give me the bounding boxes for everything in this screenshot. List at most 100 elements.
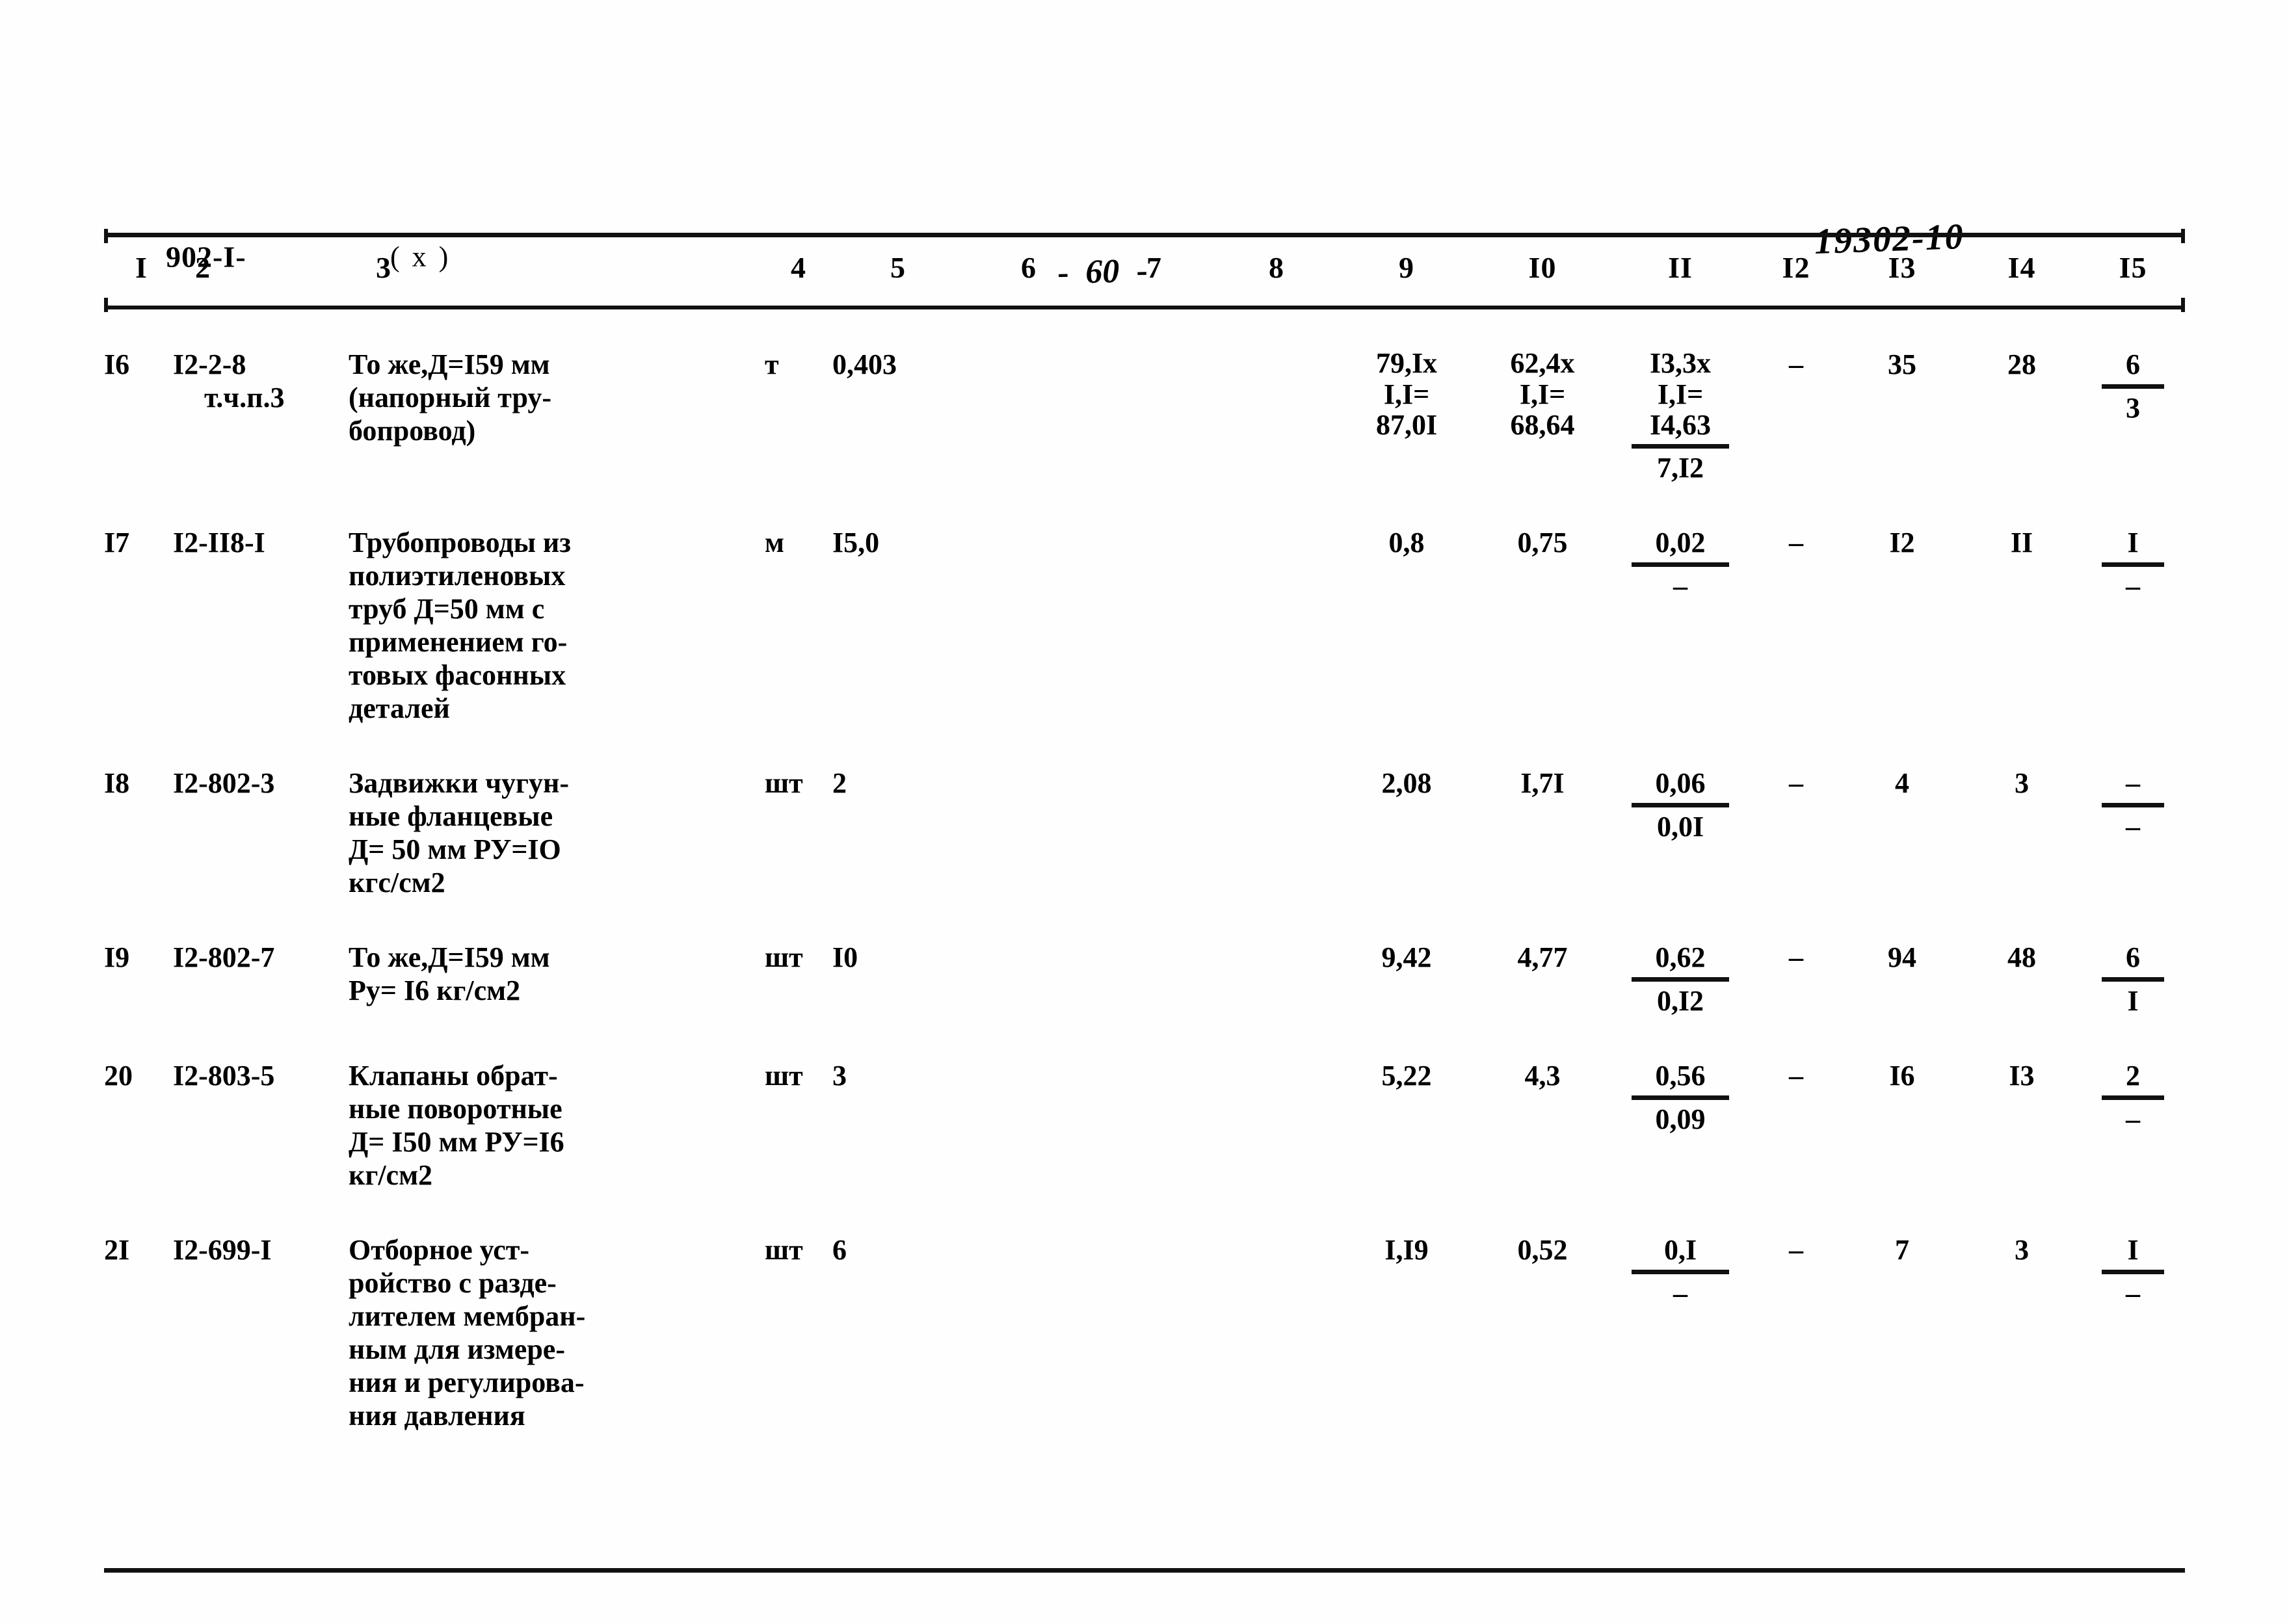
row-col9: 79,Ix I,I= 87,0I <box>1338 348 1475 484</box>
column-header-3: 3 <box>376 251 391 284</box>
fraction-denominator: – <box>2126 810 2140 843</box>
fraction-bar <box>2102 384 2164 389</box>
fraction-denominator: 3 <box>2126 392 2140 425</box>
row-col11: 0,I – <box>1610 1233 1751 1432</box>
spacer-cell <box>104 1017 2185 1059</box>
column-header-14: I4 <box>2007 251 2036 284</box>
spacer-cell <box>104 306 2185 348</box>
fraction-numerator: 6 <box>2126 941 2140 973</box>
row-number: I8 <box>104 766 130 799</box>
desc-line: ные поворотные <box>349 1092 562 1125</box>
page-header: 902-I- ( x ) -60- 19302-10 <box>0 98 2289 291</box>
table-row: I9 I2-802-7 То же,Д=I59 мм Ру= I6 кг/см2… <box>104 941 2185 1017</box>
row-col13: I6 <box>1889 1059 1915 1092</box>
row-col9: I,I9 <box>1384 1234 1429 1266</box>
row-description: То же,Д=I59 мм (напорный тру- бопровод) <box>349 348 765 484</box>
fraction-bar <box>2102 976 2164 982</box>
row-unit: шт <box>765 1059 803 1092</box>
fraction-numerator: 2 <box>2126 1059 2140 1092</box>
table-row: I6 I2-2-8 т.ч.п.3 То же,Д=I59 мм (напорн… <box>104 348 2185 484</box>
column-header-7: 7 <box>1146 251 1162 284</box>
row-col14: I3 <box>2009 1059 2035 1092</box>
row-quantity: I0 <box>832 941 858 973</box>
desc-line: Д= I50 мм РУ=I6 <box>349 1126 564 1159</box>
overtype-line: I3,3x <box>1649 347 1712 379</box>
overtype-line: 87,0I <box>1375 409 1438 441</box>
desc-line: ные фланцевые <box>349 800 553 832</box>
row-col15: 6 I <box>2081 941 2185 1017</box>
column-header-13: I3 <box>1888 251 1916 284</box>
column-header-10: I0 <box>1528 251 1557 284</box>
table-row: 2I I2-699-I Отборное уст- ройство с разд… <box>104 1233 2185 1432</box>
desc-line: Задвижки чугун- <box>349 766 570 799</box>
row-col6 <box>964 941 1094 1017</box>
row-unit: шт <box>765 941 803 973</box>
desc-line: кгс/см2 <box>349 866 445 898</box>
fraction-denominator: – <box>1673 1277 1687 1310</box>
overtyped-value-group: 79,Ix I,I= 87,0I <box>1338 348 1475 441</box>
fraction-numerator: 0,06 <box>1655 766 1706 799</box>
fraction-bar <box>1632 443 1729 449</box>
fraction-numerator: 0,I <box>1663 1234 1697 1266</box>
table-bottom-rule <box>104 1568 2185 1573</box>
desc-line: Отборное уст- <box>349 1234 530 1266</box>
table-top-rule <box>104 233 2185 237</box>
fraction-value: 2 – <box>2102 1059 2164 1136</box>
fraction-numerator: – <box>2126 766 2140 799</box>
row-col15: – – <box>2081 766 2185 899</box>
row-code: I2-2-8 т.ч.п.3 <box>173 348 349 484</box>
desc-line: ния и регулирова- <box>349 1367 585 1399</box>
table-row: 20 I2-803-5 Клапаны обрат- ные поворотны… <box>104 1059 2185 1192</box>
estimate-table: I 2 3 4 5 6 7 8 9 I0 II I2 I3 I4 I5 I6 I… <box>104 250 2185 1432</box>
fraction-numerator: 0,02 <box>1655 526 1706 558</box>
fraction-numerator: 6 <box>2126 348 2140 380</box>
row-col7 <box>1094 1233 1215 1432</box>
row-description: То же,Д=I59 мм Ру= I6 кг/см2 <box>349 941 765 1017</box>
row-col6 <box>964 766 1094 899</box>
fraction-value: 0,06 0,0I <box>1632 766 1729 843</box>
desc-line: применением го- <box>349 625 568 658</box>
row-code-line1: I2-II8-I <box>173 526 265 558</box>
desc-line: Д= 50 мм РУ=IO <box>349 833 561 865</box>
desc-line: Ру= I6 кг/см2 <box>349 974 521 1006</box>
fraction-bar <box>1632 1095 1729 1100</box>
row-unit: т <box>765 348 779 380</box>
row-col14: 3 <box>2015 766 2029 799</box>
fraction-bar <box>2102 802 2164 807</box>
fraction-denominator: – <box>2126 1277 2140 1310</box>
fraction-numerator: 0,62 <box>1655 941 1706 973</box>
desc-line: (напорный тру- <box>349 382 551 414</box>
row-col8 <box>1215 766 1338 899</box>
fraction-value: – – <box>2102 766 2164 843</box>
fraction-numerator: I <box>2127 1234 2139 1266</box>
spacer-row <box>104 725 2185 766</box>
column-header-row: I 2 3 4 5 6 7 8 9 I0 II I2 I3 I4 I5 <box>104 250 2185 306</box>
row-number: 20 <box>104 1059 133 1092</box>
desc-line: То же,Д=I59 мм <box>349 348 550 380</box>
desc-line: То же,Д=I59 мм <box>349 941 550 973</box>
column-header-12: I2 <box>1782 251 1810 284</box>
fraction-denominator: 7,I2 <box>1656 451 1704 484</box>
spacer-row <box>104 484 2185 526</box>
row-unit: шт <box>765 1234 803 1266</box>
row-col8 <box>1215 1059 1338 1192</box>
row-code: I2-802-7 <box>173 941 349 1017</box>
row-col15: 6 3 <box>2081 348 2185 484</box>
row-code: I2-699-I <box>173 1233 349 1432</box>
desc-line: товых фасонных <box>349 659 566 691</box>
column-header-9: 9 <box>1399 251 1414 284</box>
desc-line: труб Д=50 мм с <box>349 592 545 625</box>
fraction-value: 0,62 0,I2 <box>1632 941 1729 1017</box>
column-header-2: 2 <box>195 251 211 284</box>
fraction-value: I3,3x I,I= I4,63 7,I2 <box>1632 348 1729 484</box>
row-col15: I – <box>2081 1233 2185 1432</box>
row-col8 <box>1215 526 1338 725</box>
row-col12: – <box>1789 766 1803 799</box>
row-col13: 4 <box>1895 766 1909 799</box>
desc-line: полиэтиленовых <box>349 559 566 592</box>
row-col14: 3 <box>2015 1234 2029 1266</box>
column-header-11: II <box>1668 251 1693 284</box>
row-col8 <box>1215 1233 1338 1432</box>
row-col6 <box>964 348 1094 484</box>
row-description: Трубопроводы из полиэтиленовых труб Д=50… <box>349 526 765 725</box>
